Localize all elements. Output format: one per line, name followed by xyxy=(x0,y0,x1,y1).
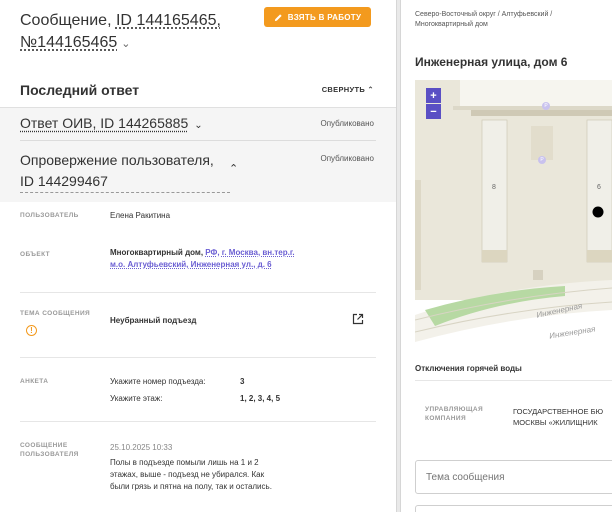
message-line: Полы в подъезде помыли лишь на 1 и 2 xyxy=(110,458,259,467)
management-value-line2: МОСКВЫ «ЖИЛИЩНИК xyxy=(513,418,598,427)
answer-status: Опубликовано xyxy=(320,119,374,128)
message-label-line1: СООБЩЕНИЕ xyxy=(20,442,68,449)
divider xyxy=(20,292,376,293)
title-prefix: Сообщение, xyxy=(20,12,112,29)
object-address-link[interactable]: РФ, г. Москва, вн.тер.г. xyxy=(205,248,294,257)
object-value: Многоквартирный дом, РФ, г. Москва, вн.т… xyxy=(110,247,350,271)
take-to-work-button[interactable]: ВЗЯТЬ В РАБОТУ xyxy=(264,7,371,27)
object-panel: Северо-Восточный округ / Алтуфьевский / … xyxy=(401,0,612,512)
management-label-line1: УПРАВЛЯЮЩАЯ xyxy=(425,406,484,413)
topic-label: ТЕМА СООБЩЕНИЯ xyxy=(20,310,91,317)
zoom-out-button[interactable]: − xyxy=(426,104,441,119)
answer-title-text: Ответ ОИВ, ID 144265885 xyxy=(20,115,189,131)
next-field[interactable] xyxy=(415,505,612,512)
message-label-line2: ПОЛЬЗОВАТЕЛЯ xyxy=(20,451,79,458)
message-date: 25.10.2025 10:33 xyxy=(110,443,173,452)
parking-icon: P xyxy=(540,157,544,163)
message-line: были грязь и пятна на полу, так и остали… xyxy=(110,482,272,491)
object-address-link-2[interactable]: м.о. Алтуфьевский, Инженерная ул., д. 6 xyxy=(110,260,272,269)
management-value-line1: ГОСУДАРСТВЕННОЕ БЮ xyxy=(513,407,604,416)
user-label: ПОЛЬЗОВАТЕЛЬ xyxy=(20,212,79,219)
survey-a1: 3 xyxy=(240,377,245,386)
collapse-label: СВЕРНУТЬ xyxy=(321,85,366,94)
map[interactable]: P P 8 6 Инженерная Инженерная + − xyxy=(415,80,612,346)
breadcrumb: Северо-Восточный округ / Алтуфьевский / … xyxy=(415,10,605,30)
chevron-up-icon: ⌃ xyxy=(367,85,374,94)
user-value: Елена Ракитина xyxy=(110,211,171,220)
chevron-up-icon[interactable]: ⌃ xyxy=(229,162,238,175)
survey-label: АНКЕТА xyxy=(20,378,49,385)
rebuttal-title[interactable]: Опровержение пользователя, ID 144299467 xyxy=(20,150,230,193)
title-id[interactable]: ID 144165465, xyxy=(116,12,221,29)
take-button-label: ВЗЯТЬ В РАБОТУ xyxy=(287,12,362,22)
message-text: Полы в подъезде помыли лишь на 1 и 2 эта… xyxy=(110,457,350,493)
message-label: СООБЩЕНИЕ ПОЛЬЗОВАТЕЛЯ xyxy=(20,441,79,459)
survey-q2: Укажите этаж: xyxy=(110,394,163,403)
chevron-down-icon[interactable]: ⌄ xyxy=(121,38,130,50)
divider xyxy=(20,140,376,141)
breadcrumb-line1[interactable]: Северо-Восточный округ / Алтуфьевский / xyxy=(415,10,605,20)
hot-water-outage: Отключения горячей воды xyxy=(415,364,522,373)
pencil-icon xyxy=(274,13,282,21)
building-number-right: 6 xyxy=(597,184,601,191)
survey-a2: 1, 2, 3, 4, 5 xyxy=(240,394,281,403)
map-marker[interactable] xyxy=(592,206,604,218)
message-line: этажах, выше - подъезд не убирался. Как xyxy=(110,470,265,479)
message-panel: Сообщение, ID 144165465, №144165465 ⌄ ВЗЯ… xyxy=(0,0,396,512)
last-answer-title: Последний ответ xyxy=(20,82,140,98)
message-title: Сообщение, ID 144165465, №144165465 ⌄ xyxy=(20,10,221,55)
last-answer-header: Последний ответ СВЕРНУТЬ ⌃ xyxy=(0,72,396,108)
survey-q1: Укажите номер подъезда: xyxy=(110,377,206,386)
message-theme-input[interactable] xyxy=(415,460,612,494)
management-company-value: ГОСУДАРСТВЕННОЕ БЮ МОСКВЫ «ЖИЛИЩНИК xyxy=(513,406,603,428)
divider xyxy=(20,421,376,422)
breadcrumb-line2[interactable]: Многоквартирный дом xyxy=(415,20,605,30)
zoom-in-button[interactable]: + xyxy=(426,88,441,103)
external-link-icon[interactable] xyxy=(352,313,364,325)
warning-icon: ! xyxy=(26,325,37,336)
building-number-left: 8 xyxy=(492,184,496,191)
divider xyxy=(20,357,376,358)
divider xyxy=(415,380,612,381)
management-company-label: УПРАВЛЯЮЩАЯ КОМПАНИЯ xyxy=(425,405,483,423)
topic-text: Неубранный подъезд xyxy=(110,316,197,325)
object-label: ОБЪЕКТ xyxy=(20,251,50,258)
collapse-button[interactable]: СВЕРНУТЬ ⌃ xyxy=(322,85,374,94)
object-type: Многоквартирный дом, xyxy=(110,248,206,257)
management-label-line2: КОМПАНИЯ xyxy=(425,415,467,422)
parking-icon: P xyxy=(544,103,548,109)
topic-value: Неубранный подъезд xyxy=(110,315,196,327)
object-address: Инженерная улица, дом 6 xyxy=(415,55,568,69)
answer-title[interactable]: Ответ ОИВ, ID 144265885 ⌄ xyxy=(20,115,203,131)
title-number[interactable]: №144165465 xyxy=(20,34,117,51)
rebuttal-status: Опубликовано xyxy=(320,154,374,163)
chevron-down-icon[interactable]: ⌄ xyxy=(194,120,202,131)
